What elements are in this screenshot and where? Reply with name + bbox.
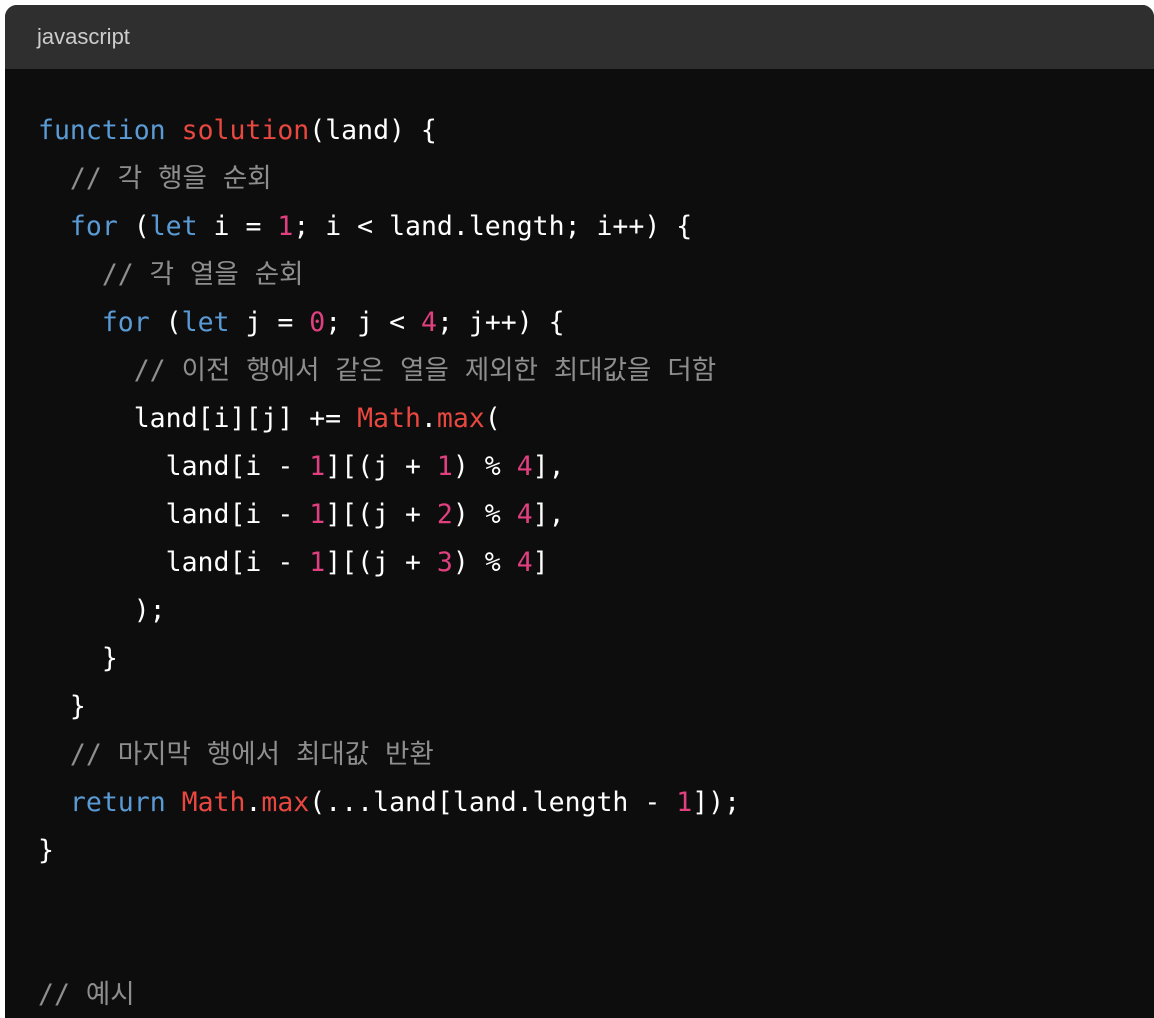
code-token: ( <box>149 307 182 338</box>
code-token: ], <box>532 451 565 482</box>
code-line: for (let i = 1; i < land.length; i++) { <box>38 203 1154 251</box>
code-token: } <box>38 835 54 866</box>
code-token: 4 <box>516 547 533 578</box>
code-token: // 각 열을 순회 <box>38 259 304 290</box>
code-token: let <box>181 307 230 338</box>
code-token: 1 <box>436 451 453 482</box>
code-token: 1 <box>309 451 326 482</box>
code-token: 1 <box>676 787 693 818</box>
code-token: j = <box>229 307 310 338</box>
code-line: // 각 행을 순회 <box>38 155 1154 203</box>
code-line: // 마지막 행에서 최대값 반환 <box>38 731 1154 779</box>
code-token: ( <box>484 403 501 434</box>
code-line: land[i - 1][(j + 1) % 4], <box>38 443 1154 491</box>
code-token: // 각 행을 순회 <box>38 163 272 194</box>
code-token: 4 <box>516 451 533 482</box>
code-token: // 이전 행에서 같은 열을 제외한 최대값을 더함 <box>38 355 717 386</box>
code-token: ][(j + <box>325 499 437 530</box>
code-token: return <box>69 787 166 818</box>
code-token: } <box>38 643 118 674</box>
code-token: (...land[land.length - <box>309 787 677 818</box>
code-token: land[i - <box>38 547 310 578</box>
code-token: // 마지막 행에서 최대값 반환 <box>38 739 434 770</box>
code-token: 1 <box>277 211 294 242</box>
code-token: . <box>420 403 437 434</box>
code-token: max <box>261 787 310 818</box>
code-token: ][(j + <box>325 451 437 482</box>
code-token: for <box>69 211 118 242</box>
code-line: for (let j = 0; j < 4; j++) { <box>38 299 1154 347</box>
code-token: land[i - <box>38 499 310 530</box>
code-token: ][(j + <box>325 547 437 578</box>
code-block: javascript function solution(land) { // … <box>5 5 1154 1018</box>
code-token: 2 <box>436 499 453 530</box>
code-line: // 이전 행에서 같은 열을 제외한 최대값을 더함 <box>38 347 1154 395</box>
code-token: ); <box>38 595 166 626</box>
code-token: // 예시 <box>38 979 135 1010</box>
code-line: ); <box>38 587 1154 635</box>
code-token: ( <box>117 211 150 242</box>
code-token: let <box>149 211 198 242</box>
code-token: ) % <box>452 451 517 482</box>
code-token: 4 <box>516 499 533 530</box>
code-token: 1 <box>309 547 326 578</box>
code-token: ) % <box>452 547 517 578</box>
code-block-header: javascript <box>5 5 1154 69</box>
code-line: } <box>38 635 1154 683</box>
code-token: (land) { <box>309 115 437 146</box>
code-line: land[i][j] += Math.max( <box>38 395 1154 443</box>
code-token: land[i - <box>38 451 310 482</box>
code-token: ]); <box>692 787 741 818</box>
code-line: return Math.max(...land[land.length - 1]… <box>38 779 1154 827</box>
code-body[interactable]: function solution(land) { // 각 행을 순회 for… <box>5 69 1154 1018</box>
code-token: ; j < <box>325 307 421 338</box>
code-token: ; j++) { <box>436 307 565 338</box>
code-line: } <box>38 827 1154 875</box>
code-token: 3 <box>436 547 453 578</box>
code-token: ) % <box>452 499 517 530</box>
code-token: function <box>38 115 166 146</box>
code-token: for <box>101 307 150 338</box>
code-line: land[i - 1][(j + 2) % 4], <box>38 491 1154 539</box>
code-token: land[i][j] += <box>38 403 358 434</box>
code-token: } <box>38 691 86 722</box>
code-token: 4 <box>420 307 437 338</box>
code-token: Math <box>181 787 246 818</box>
code-line: land[i - 1][(j + 3) % 4] <box>38 539 1154 587</box>
code-line: // 예시 <box>38 971 1154 1018</box>
code-token: ], <box>532 499 565 530</box>
code-token: 0 <box>309 307 326 338</box>
code-token: ; i < land.length; i++) { <box>293 211 693 242</box>
code-token: i = <box>197 211 278 242</box>
code-token: max <box>436 403 485 434</box>
code-line: } <box>38 683 1154 731</box>
code-token: Math <box>357 403 421 434</box>
code-token: ] <box>532 547 549 578</box>
code-token: . <box>245 787 262 818</box>
language-label: javascript <box>37 24 130 49</box>
code-token: solution <box>181 115 310 146</box>
code-line: function solution(land) { <box>38 107 1154 155</box>
code-line: // 각 열을 순회 <box>38 251 1154 299</box>
code-token: 1 <box>309 499 326 530</box>
